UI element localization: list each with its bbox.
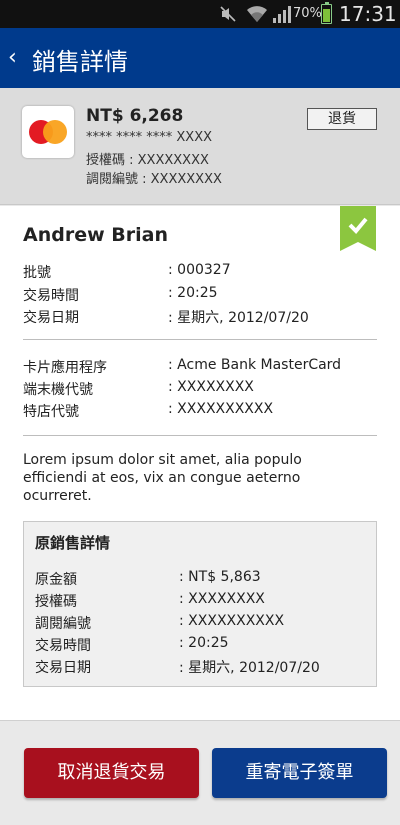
detail-label: 交易日期 <box>23 310 79 326</box>
page-title[interactable]: 銷售詳情 <box>32 42 128 77</box>
transaction-summary: NT$ 6,268 **** **** **** XXXX 授權碼 : XXXX… <box>0 88 400 205</box>
detail-value: : 20:25 <box>179 635 229 651</box>
detail-label: 授權碼 <box>35 594 77 610</box>
refund-button[interactable]: 退貨 <box>307 108 377 130</box>
detail-value: : XXXXXXXX <box>168 379 254 395</box>
description-text: Lorem ipsum dolor sit amet, alia populo … <box>23 452 302 504</box>
original-sale-title: 原銷售詳情 <box>35 534 111 552</box>
wifi-icon <box>247 6 267 22</box>
cancel-refund-button[interactable]: 取消退貨交易 <box>24 748 199 798</box>
check-icon <box>348 217 368 234</box>
detail-label: 交易時間 <box>35 638 91 654</box>
card-number: **** **** **** XXXX <box>86 130 213 145</box>
divider <box>23 339 377 340</box>
signal-icon <box>273 6 291 23</box>
detail-value: : 星期六, 2012/07/20 <box>168 310 309 326</box>
divider <box>23 435 377 436</box>
detail-value: : 000327 <box>168 262 231 278</box>
customer-name: Andrew Brian <box>23 224 168 246</box>
mute-icon <box>220 6 236 22</box>
status-bar: 70% 17:31 <box>0 0 400 28</box>
detail-value: : XXXXXXXX <box>179 591 265 607</box>
ref-number: 調閱編號 : XXXXXXXX <box>86 172 222 187</box>
detail-label: 原金額 <box>35 572 77 588</box>
detail-value: : XXXXXXXXXX <box>168 401 274 417</box>
detail-value: : 20:25 <box>168 285 218 301</box>
detail-label: 端末機代號 <box>23 382 93 398</box>
auth-code: 授權碼 : XXXXXXXX <box>86 153 209 168</box>
resend-receipt-button[interactable]: 重寄電子簽單 <box>212 748 387 798</box>
mastercard-logo-icon <box>22 106 74 158</box>
detail-label: 交易時間 <box>23 288 79 304</box>
detail-label: 特店代號 <box>23 404 79 420</box>
bottom-action-bar: 取消退貨交易 重寄電子簽單 <box>0 720 400 825</box>
verified-ribbon-icon <box>340 206 376 251</box>
detail-label: 卡片應用程序 <box>23 360 107 376</box>
detail-label: 交易日期 <box>35 660 91 676</box>
battery-percent: 70% <box>293 6 322 21</box>
back-chevron-icon[interactable]: ‹ <box>8 44 28 72</box>
detail-value: : NT$ 5,863 <box>179 569 261 585</box>
sale-details-panel: Andrew Brian 批號 : 000327 交易時間 : 20:25 交易… <box>0 206 400 720</box>
detail-value: : XXXXXXXXXX <box>179 613 285 629</box>
action-bar: ‹ 銷售詳情 <box>0 28 400 88</box>
detail-value: : Acme Bank MasterCard <box>168 357 342 373</box>
detail-label: 批號 <box>23 265 51 281</box>
sale-amount: NT$ 6,268 <box>86 106 184 126</box>
original-sale-box: 原銷售詳情 原金額 : NT$ 5,863 授權碼 : XXXXXXXX 調閱編… <box>23 521 377 687</box>
detail-label: 調閱編號 <box>35 616 91 632</box>
detail-value: : 星期六, 2012/07/20 <box>179 660 320 676</box>
battery-icon <box>321 2 332 24</box>
clock: 17:31 <box>339 2 397 26</box>
